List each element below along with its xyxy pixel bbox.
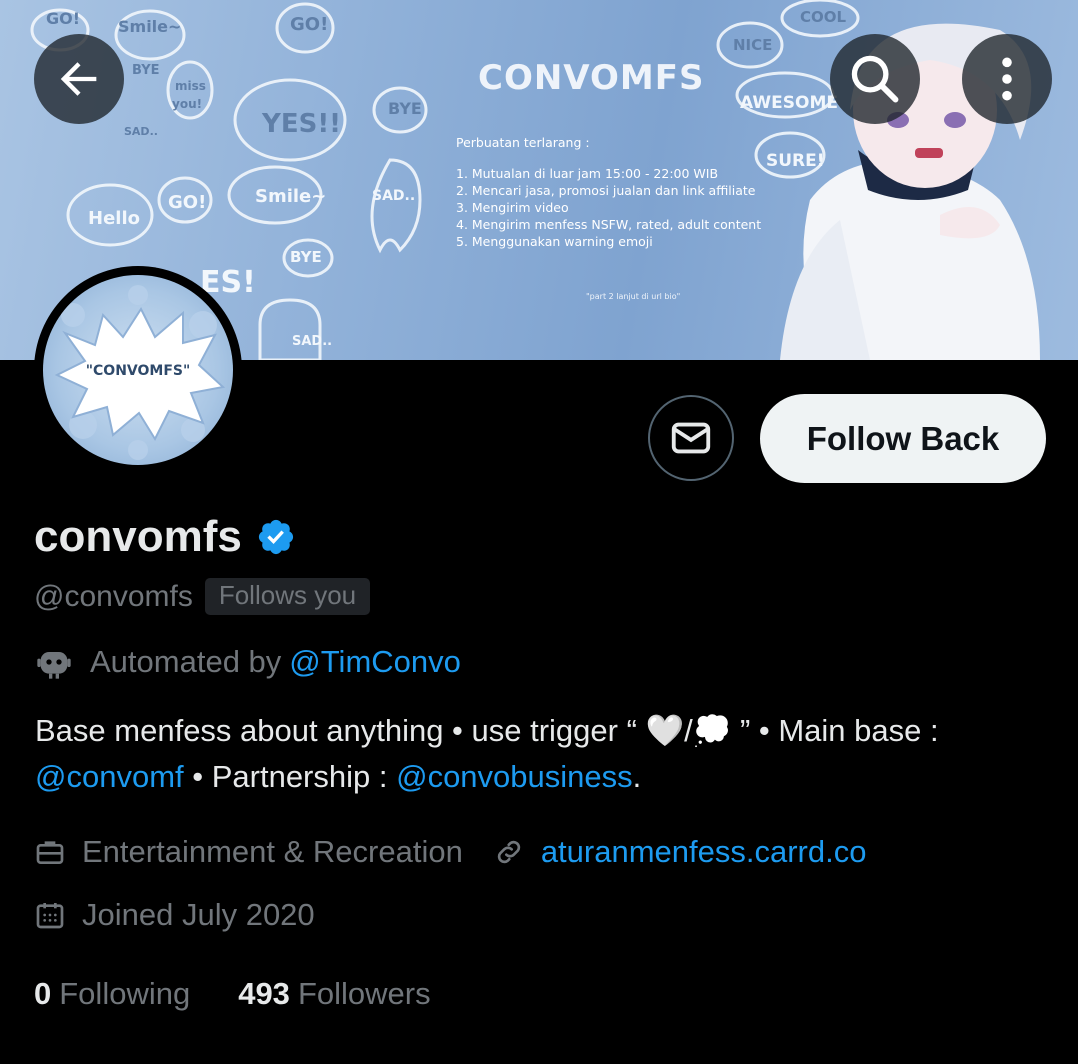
bio-text: Base menfess about anything • use trigge… — [35, 713, 939, 748]
bio-mention-partnership[interactable]: @convobusiness — [396, 759, 633, 794]
follow-stats: 0 Following 493 Followers — [34, 976, 431, 1012]
profile-website-link[interactable]: aturanmenfess.carrd.co — [541, 834, 867, 870]
back-button[interactable] — [34, 34, 124, 124]
following-count: 0 — [34, 976, 52, 1011]
joined-row: Joined July 2020 — [34, 897, 315, 933]
svg-text:GO!: GO! — [168, 192, 206, 213]
following-label: Following — [59, 976, 191, 1011]
svg-text:SAD..: SAD.. — [292, 334, 332, 349]
robot-icon — [34, 642, 74, 682]
followers-count: 493 — [238, 976, 290, 1011]
banner-rule-item: 4. Mengirim menfess NSFW, rated, adult c… — [456, 217, 762, 232]
joined-date: Joined July 2020 — [82, 897, 315, 932]
handle: @convomfs — [34, 579, 193, 613]
profile-category: Entertainment & Recreation — [82, 834, 463, 869]
svg-text:you!: you! — [172, 97, 202, 111]
verified-badge-icon[interactable] — [256, 517, 296, 557]
doodle-hello: Hello — [88, 208, 140, 229]
svg-text:YES!!: YES!! — [261, 109, 341, 139]
banner-title: CONVOMFS — [478, 58, 705, 98]
svg-text:BYE: BYE — [290, 248, 322, 266]
link-icon — [493, 836, 525, 868]
svg-text:NICE: NICE — [733, 36, 772, 54]
bio: Base menfess about anything • use trigge… — [35, 708, 1035, 800]
svg-text:GO!: GO! — [290, 14, 328, 35]
message-button[interactable] — [648, 395, 734, 481]
svg-text:Smile~: Smile~ — [255, 186, 326, 207]
svg-text:COOL: COOL — [800, 8, 847, 26]
display-name: convomfs — [34, 512, 296, 562]
svg-text:BYE: BYE — [388, 99, 422, 118]
bio-text: • Partnership : — [183, 759, 397, 794]
display-name-text: convomfs — [34, 512, 242, 561]
banner-rule-item: 2. Mencari jasa, promosi jualan dan link… — [456, 183, 756, 198]
banner-rules: Perbuatan terlarang : 1. Mutualan di lua… — [456, 134, 816, 250]
svg-text:Smile~: Smile~ — [118, 17, 181, 36]
more-vertical-icon — [1002, 57, 1012, 101]
briefcase-icon — [34, 836, 66, 868]
svg-text:BYE: BYE — [132, 63, 160, 78]
svg-text:GO!: GO! — [46, 9, 80, 28]
search-button[interactable] — [830, 34, 920, 124]
banner-rules-title: Perbuatan terlarang : — [456, 135, 590, 150]
follows-you-badge: Follows you — [204, 578, 371, 615]
follow-back-button[interactable]: Follow Back — [760, 394, 1046, 483]
avatar[interactable]: "CONVOMFS" — [34, 266, 242, 474]
arrow-left-icon — [60, 62, 97, 96]
automated-by-link[interactable]: @TimConvo — [289, 644, 461, 680]
handle-row: @convomfs Follows you — [34, 578, 371, 615]
more-options-button[interactable] — [962, 34, 1052, 124]
banner-rule-item: 3. Mengirim video — [456, 200, 569, 215]
avatar-text: "CONVOMFS" — [85, 363, 191, 379]
followers-link[interactable]: 493 Followers — [238, 976, 430, 1012]
bio-mention-main-base[interactable]: @convomf — [35, 759, 184, 794]
automated-prefix: Automated by — [90, 644, 282, 679]
envelope-icon — [671, 422, 711, 454]
svg-text:SAD..: SAD.. — [372, 188, 415, 204]
automated-label: Automated by @TimConvo — [34, 642, 461, 682]
profile-meta-row: Entertainment & Recreation aturanmenfess… — [34, 834, 866, 870]
avatar-image: "CONVOMFS" — [43, 275, 233, 465]
banner-rule-item: 1. Mutualan di luar jam 15:00 - 22:00 WI… — [456, 166, 719, 181]
search-icon — [851, 55, 899, 103]
banner-rule-item: 5. Menggunakan warning emoji — [456, 234, 653, 249]
followers-label: Followers — [297, 976, 431, 1011]
svg-text:miss: miss — [175, 79, 206, 93]
banner-footnote: "part 2 lanjut di url bio" — [586, 292, 681, 301]
bio-text: . — [632, 759, 642, 794]
calendar-icon — [34, 899, 66, 931]
svg-text:SAD..: SAD.. — [124, 125, 158, 138]
following-link[interactable]: 0 Following — [34, 976, 190, 1012]
svg-text:AWESOME: AWESOME — [740, 93, 838, 113]
